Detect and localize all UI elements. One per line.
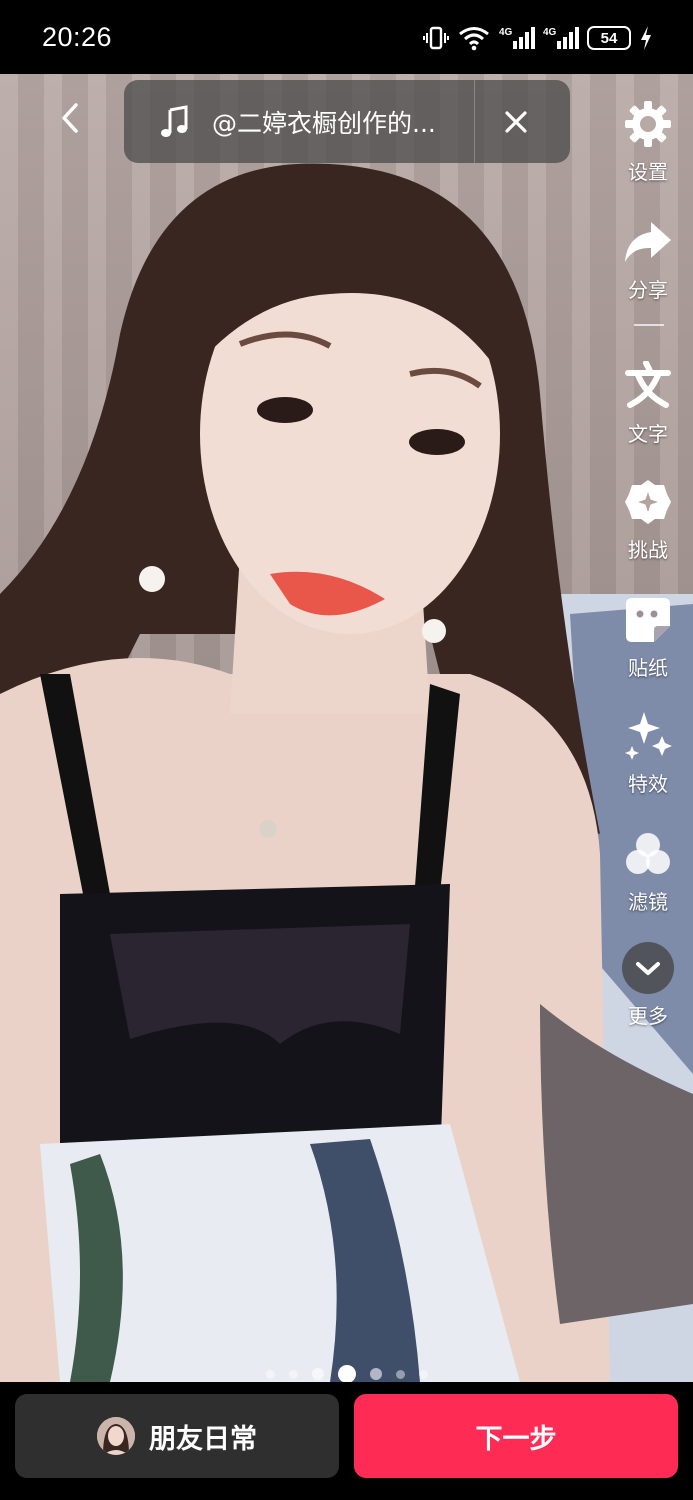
text-label: 文字: [628, 422, 668, 446]
gear-icon: [625, 101, 671, 147]
music-note-icon: [161, 104, 188, 137]
signal-4g-icon: 4G: [499, 27, 535, 49]
avatar: [97, 1417, 135, 1455]
friends-daily-label: 朋友日常: [149, 1423, 257, 1455]
close-icon: [505, 110, 527, 133]
share-button[interactable]: 分享: [603, 216, 693, 303]
status-time: 20:26: [42, 22, 113, 52]
settings-button[interactable]: 设置: [603, 98, 693, 185]
battery-indicator: 54: [587, 26, 631, 50]
chevron-down-icon: [622, 942, 674, 994]
text-button[interactable]: 文字: [603, 360, 693, 447]
page-dot: [288, 1369, 298, 1379]
challenge-button[interactable]: 挑战: [603, 476, 693, 563]
next-step-label: 下一步: [475, 1423, 557, 1455]
share-label: 分享: [628, 278, 668, 302]
filter-label: 滤镜: [628, 890, 668, 914]
music-title: @二婷衣橱创作的...: [212, 108, 436, 138]
back-button[interactable]: [50, 96, 90, 140]
status-icons: 4G 4G 54: [423, 22, 653, 54]
status-bar: 20:26 4G 4G 54: [0, 0, 693, 74]
sticker-label: 贴纸: [628, 656, 668, 680]
challenge-label: 挑战: [628, 538, 668, 562]
page-dot-active: [337, 1365, 356, 1382]
page-indicator: [0, 1364, 693, 1382]
photo-image: [0, 163, 693, 1382]
friends-daily-button[interactable]: 朋友日常: [15, 1394, 339, 1478]
text-icon: [625, 361, 671, 408]
vibrate-icon: [423, 26, 449, 50]
effects-label: 特效: [628, 772, 668, 796]
photo-preview[interactable]: [0, 74, 693, 1382]
more-label: 更多: [628, 1004, 668, 1028]
svg-text:4G: 4G: [543, 27, 557, 38]
page-dot: [311, 1368, 324, 1380]
page-dot: [369, 1368, 382, 1380]
sticker-icon: [626, 598, 670, 642]
sticker-button[interactable]: 贴纸: [603, 594, 693, 681]
filter-button[interactable]: 滤镜: [603, 828, 693, 915]
remove-music-button[interactable]: [475, 80, 557, 163]
effects-icon: [625, 712, 672, 760]
page-dot: [395, 1369, 405, 1379]
charging-icon: [641, 26, 651, 50]
share-icon: [625, 222, 671, 262]
music-selector[interactable]: @二婷衣橱创作的...: [124, 80, 570, 163]
svg-text:4G: 4G: [499, 27, 513, 38]
signal-4g-icon: 4G: [543, 27, 579, 49]
toolbar-divider: [634, 324, 664, 326]
page-dot: [265, 1369, 275, 1379]
filter-icon: [626, 833, 670, 874]
effects-button[interactable]: 特效: [603, 710, 693, 797]
bottom-bar: 朋友日常 下一步: [0, 1382, 693, 1500]
challenge-icon: [625, 480, 671, 524]
chevron-left-icon: [62, 103, 78, 133]
page-dot: [418, 1369, 428, 1379]
settings-label: 设置: [628, 160, 668, 184]
next-step-button[interactable]: 下一步: [354, 1394, 678, 1478]
more-button[interactable]: 更多: [603, 942, 693, 1029]
wifi-icon: [459, 27, 489, 51]
